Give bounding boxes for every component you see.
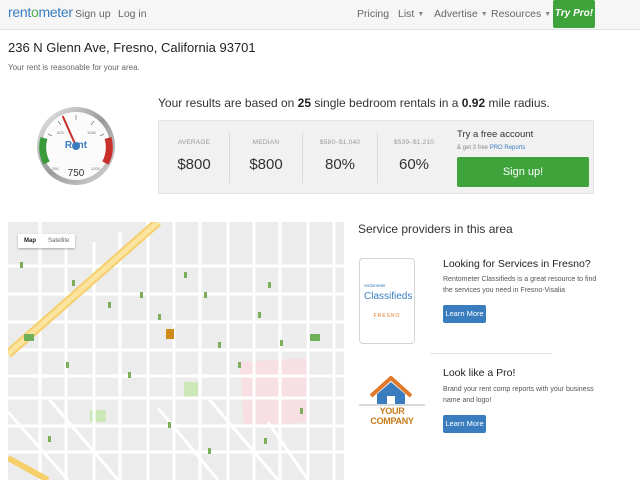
chevron-down-icon: ▼ (417, 11, 425, 18)
page-title: 236 N Glenn Ave, Fresno, California 9370… (8, 40, 256, 55)
rentometer-logo[interactable]: rentometer (8, 4, 73, 20)
gauge-red-zone (102, 137, 113, 165)
advertise-menu[interactable]: Advertise ▼ (434, 8, 488, 20)
try-pro-button[interactable]: Try Pro! (553, 0, 595, 28)
map-park (90, 410, 106, 422)
card-text: Rentometer Classifieds is a great resour… (443, 276, 597, 294)
map-park (184, 382, 198, 398)
page-subtitle: Your rent is reasonable for your area. (8, 63, 140, 72)
map-area-highlight (240, 358, 308, 428)
stat-range-2: $539–$1,210 60% (393, 139, 435, 173)
gauge-green-zone (39, 137, 50, 165)
gauge-tick-label: 625 (57, 130, 64, 135)
resources-menu[interactable]: Resources ▼ (491, 8, 551, 20)
signup-button[interactable]: Sign up! (457, 157, 589, 187)
stat-median: MEDIAN $800 (249, 139, 283, 173)
learn-more-button[interactable]: Learn More (443, 415, 486, 433)
gauge-tick-label: 250 (52, 166, 59, 171)
pricing-link[interactable]: Pricing (357, 8, 389, 20)
map[interactable]: Map Satellite (8, 222, 344, 480)
chevron-down-icon: ▼ (544, 11, 552, 18)
card-title: Looking for Services in Fresno? (443, 258, 591, 270)
stats-panel: AVERAGE $800 MEDIAN $800 $580–$1,040 80%… (158, 120, 594, 194)
pro-reports-link[interactable]: PRO Reports (490, 145, 526, 151)
your-company-logo[interactable]: YOUR COMPANY (359, 366, 425, 428)
stat-range-1: $580–$1,040 80% (319, 139, 361, 173)
location-marker-icon[interactable] (166, 329, 174, 339)
chevron-down-icon: ▼ (480, 11, 488, 18)
map-type-control: Map Satellite (18, 234, 76, 248)
map-route-shield (24, 334, 34, 341)
gauge-tick-label: 1050 (87, 130, 97, 135)
card-title: Look like a Pro! (443, 367, 516, 379)
service-providers-title: Service providers in this area (358, 222, 513, 236)
gauge-rent-value: 750 (68, 168, 85, 179)
map-route-shield (310, 334, 320, 341)
login-link[interactable]: Log in (118, 8, 147, 20)
stat-average: AVERAGE $800 (177, 139, 211, 173)
classifieds-logo[interactable]: rentometer Classifieds FRESNO (359, 258, 415, 344)
learn-more-button[interactable]: Learn More (443, 305, 486, 323)
divider (430, 353, 552, 354)
rent-gauge: 625 1050 250 1200 Rent 750 (36, 90, 116, 202)
top-nav: rentometer Sign up Log in Pricing List ▼ … (0, 0, 640, 30)
card-text: Brand your rent comp reports with your b… (443, 386, 594, 404)
gauge-hub (72, 142, 80, 150)
free-account-subtitle: & get 3 free PRO Reports (457, 145, 526, 151)
free-account-title: Try a free account (457, 129, 534, 140)
results-summary: Your results are based on 25 single bedr… (158, 96, 550, 110)
map-tab-map[interactable]: Map (18, 234, 42, 248)
list-menu[interactable]: List ▼ (398, 8, 424, 20)
map-tab-satellite[interactable]: Satellite (42, 234, 75, 248)
signup-link[interactable]: Sign up (75, 8, 111, 20)
gauge-tick-label: 1200 (91, 166, 101, 171)
